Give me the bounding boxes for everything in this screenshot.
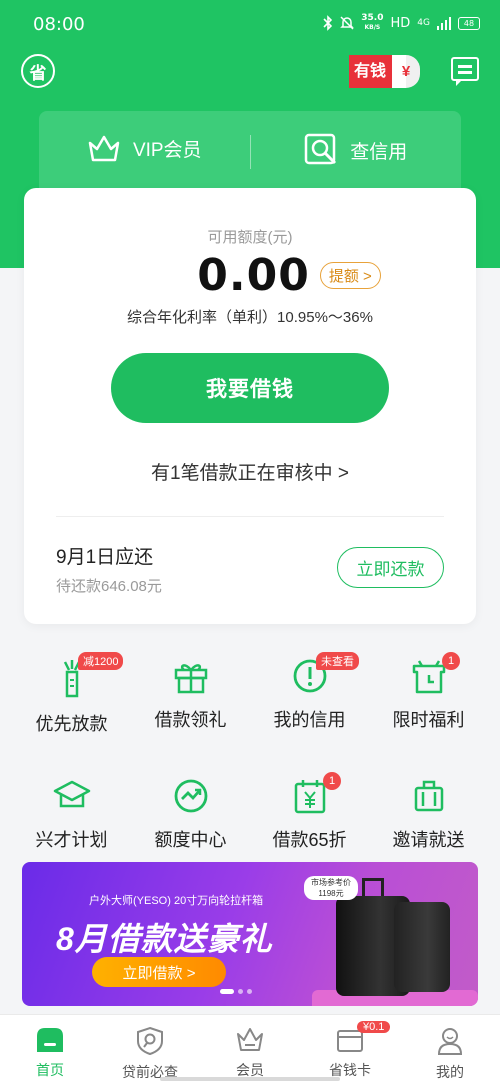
grid-label: 借款领礼 xyxy=(154,710,227,730)
status-time: 08:00 xyxy=(33,14,85,35)
grid-item-loan-discount[interactable]: 借款65折 1 xyxy=(250,768,369,852)
unviewed-tag: 未查看 xyxy=(316,652,359,670)
discount-tag: 减1200 xyxy=(78,652,124,670)
banner-title: 8月借款送豪礼 xyxy=(56,921,273,957)
trend-icon xyxy=(171,778,211,814)
promo-banner[interactable]: 户外大师(YESO) 20寸万向轮拉杆箱 8月借款送豪礼 立即借款 > 市场参考… xyxy=(22,862,478,1006)
grid-item-my-credit[interactable]: 我的信用 未查看 xyxy=(250,648,369,732)
vip-strip: VIP会员 查信用 xyxy=(39,111,461,191)
mute-bell-icon xyxy=(340,16,355,30)
grid-label: 限时福利 xyxy=(392,710,465,730)
grid-item-priority-loan[interactable]: 优先放款 减1200 xyxy=(12,648,131,734)
signal-icon xyxy=(437,16,451,30)
user-icon xyxy=(437,1028,463,1055)
vip-member-label: VIP会员 xyxy=(132,139,202,161)
check-credit-label: 查信用 xyxy=(350,141,408,163)
available-limit-label: 可用额度(元) xyxy=(207,229,293,246)
tab-home[interactable]: 首页 xyxy=(0,1015,100,1083)
battery-icon: 48 xyxy=(458,16,480,30)
tab-label: 首页 xyxy=(36,1062,64,1078)
banner-subtitle: 户外大师(YESO) 20寸万向轮拉杆箱 xyxy=(89,895,264,907)
grid-item-limited-welfare[interactable]: 限时福利 1 xyxy=(369,648,488,732)
tab-membership[interactable]: 会员 xyxy=(200,1015,300,1083)
rich-badge-button[interactable]: 有钱 ¥ xyxy=(349,55,421,88)
grid-label: 邀请就送 xyxy=(392,830,465,850)
raise-limit-button[interactable]: 提额 > xyxy=(319,262,381,289)
grid-item-loan-gift[interactable]: 借款领礼 xyxy=(131,648,250,732)
grid-label: 我的信用 xyxy=(273,710,346,730)
message-icon[interactable] xyxy=(451,57,479,86)
due-date-title: 9月1日应还 xyxy=(56,547,154,568)
tab-savings-card[interactable]: 省钱卡 ¥0.1 xyxy=(300,1015,400,1083)
repay-now-button[interactable]: 立即还款 xyxy=(337,547,444,588)
grid-label: 借款65折 xyxy=(272,830,347,850)
grid-label: 额度中心 xyxy=(154,830,227,850)
network-type: 4G xyxy=(417,18,430,28)
banner-pagination xyxy=(220,989,252,994)
suitcase-image xyxy=(394,902,450,992)
notification-badge: 1 xyxy=(323,772,341,790)
crown-icon xyxy=(237,1028,263,1051)
grid-item-talent-plan[interactable]: 兴才计划 xyxy=(12,768,131,852)
yuan-coin-icon: ¥ xyxy=(392,55,421,88)
due-amount: 待还款646.08元 xyxy=(56,578,162,595)
tab-label: 我的 xyxy=(436,1064,464,1080)
network-speed: 35.0 KB/S xyxy=(361,13,384,32)
bluetooth-icon xyxy=(323,15,333,31)
card-divider xyxy=(56,516,444,517)
tab-pre-loan-check[interactable]: 贷前必查 xyxy=(100,1015,200,1083)
status-bar: 08:00 35.0 KB/S HD 4G 48 xyxy=(0,0,500,48)
available-amount: 0.00 xyxy=(197,250,310,301)
rich-badge-label: 有钱 xyxy=(349,55,393,88)
borrow-button[interactable]: 我要借钱 xyxy=(111,353,389,423)
home-icon xyxy=(37,1028,63,1052)
savings-card-badge: ¥0.1 xyxy=(357,1021,391,1033)
app-logo-button[interactable]: 省 xyxy=(21,54,55,88)
vip-member-button[interactable]: VIP会员 xyxy=(39,133,250,163)
grid-label: 优先放款 xyxy=(35,714,108,734)
suitcase-handle xyxy=(362,878,384,898)
check-credit-button[interactable]: 查信用 xyxy=(251,133,462,167)
price-tag: 市场参考价 1198元 xyxy=(304,876,358,900)
interest-rate-text: 综合年化利率（单利）10.95%～36% xyxy=(127,309,373,326)
grid-item-limit-center[interactable]: 额度中心 xyxy=(131,768,250,852)
loan-review-link[interactable]: 有1笔借款正在审核中 > xyxy=(24,458,476,485)
gift-icon xyxy=(171,658,211,694)
home-indicator xyxy=(160,1077,340,1081)
hd-indicator: HD xyxy=(390,15,411,31)
search-doc-icon xyxy=(304,133,337,165)
grid-item-invite-reward[interactable]: 邀请就送 xyxy=(369,768,488,852)
grid-label: 兴才计划 xyxy=(35,830,108,850)
bottom-tab-bar: 首页 贷前必查 会员 省钱卡 ¥0.1 我的 xyxy=(0,1014,500,1083)
shield-search-icon xyxy=(137,1026,163,1056)
banner-borrow-button[interactable]: 立即借款 > xyxy=(92,957,226,987)
graduation-cap-icon xyxy=(52,778,92,814)
luggage-icon xyxy=(409,778,449,814)
tab-profile[interactable]: 我的 xyxy=(400,1015,500,1083)
crown-basket-icon xyxy=(88,135,120,162)
amount-row: 0.00 提额 > xyxy=(24,250,476,301)
status-icons: 35.0 KB/S HD 4G 48 xyxy=(323,14,480,32)
notification-badge: 1 xyxy=(442,652,460,670)
feature-grid: 优先放款 减1200 借款领礼 我的信用 未查看 限时福利 1 兴才计划 额度中… xyxy=(12,648,488,852)
loan-card: 可用额度(元) 0.00 提额 > 综合年化利率（单利）10.95%～36% 我… xyxy=(24,188,476,624)
